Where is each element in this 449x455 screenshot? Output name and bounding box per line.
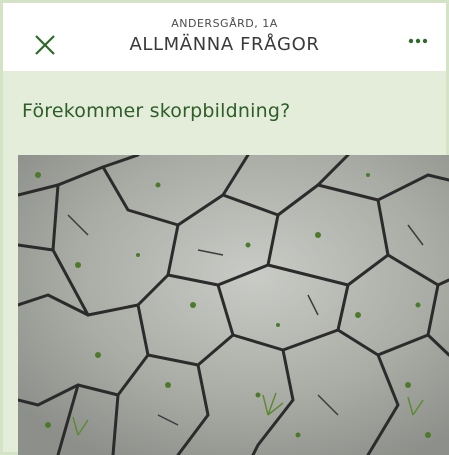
cracked-soil-image: [18, 155, 449, 455]
header-titles: ANDERSGÅRD, 1A ALLMÄNNA FRÅGOR: [83, 17, 366, 58]
close-button[interactable]: [31, 31, 59, 59]
cracked-soil-photo: [18, 155, 449, 455]
more-dots-icon: [408, 38, 428, 44]
question-heading: Förekommer skorpbildning?: [22, 100, 291, 122]
top-bar: ANDERSGÅRD, 1A ALLMÄNNA FRÅGOR: [3, 3, 446, 71]
page-title: ALLMÄNNA FRÅGOR: [129, 34, 320, 55]
header-subtitle: ANDERSGÅRD, 1A: [171, 17, 278, 30]
close-icon: [35, 35, 55, 55]
more-options-button[interactable]: [406, 31, 434, 51]
